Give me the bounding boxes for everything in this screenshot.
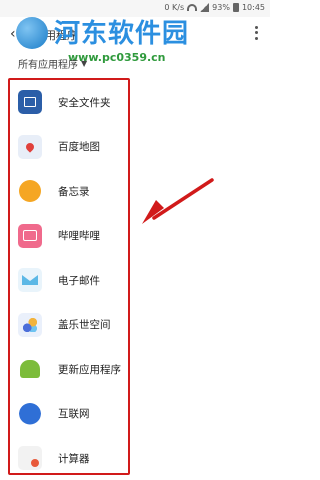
pointer-arrow <box>142 178 214 224</box>
net-speed: 0 K/s <box>164 3 185 12</box>
signal-icon <box>200 3 210 12</box>
app-filter-dropdown[interactable]: 所有应用程序 ▼ <box>18 56 87 71</box>
highlight-box <box>8 78 130 475</box>
back-arrow-icon[interactable]: ‹ <box>10 26 16 42</box>
watermark-logo-icon <box>16 17 48 49</box>
status-indicators: 0 K/s 93% 10:45 <box>164 3 265 12</box>
caret-down-icon: ▼ <box>81 59 88 68</box>
clock: 10:45 <box>241 3 265 12</box>
battery-percent: 93% <box>212 3 230 12</box>
watermark-title: 河东软件园 <box>54 19 190 49</box>
more-vert-icon[interactable] <box>252 25 260 41</box>
battery-icon <box>232 3 239 12</box>
wifi-icon <box>187 4 198 11</box>
filter-label: 所有应用程序 <box>18 60 78 71</box>
